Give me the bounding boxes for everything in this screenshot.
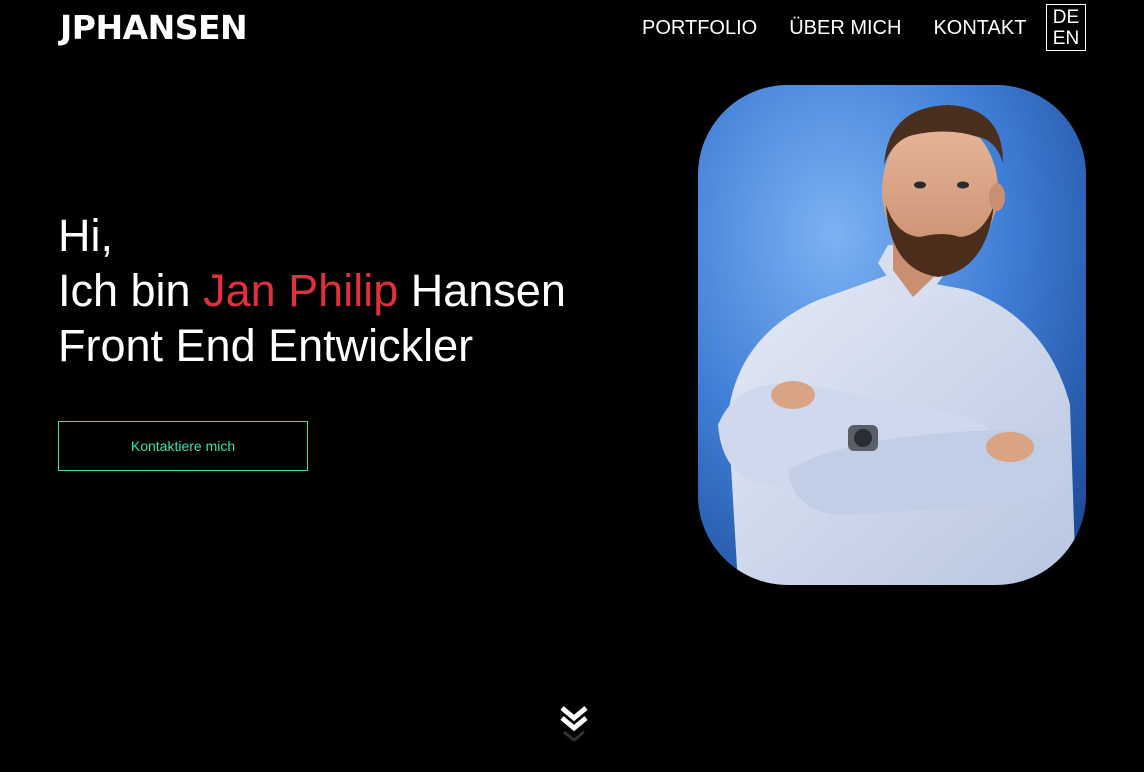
page: JPHANSEN PORTFOLIO ÜBER MICH KONTAKT DE … — [0, 0, 1144, 772]
lang-de[interactable]: DE — [1053, 7, 1079, 28]
hero-role: Front End Entwickler — [58, 320, 474, 371]
hero-heading: Hi, Ich bin Jan Philip Hansen Front End … — [58, 208, 566, 373]
hero-first-names: Jan Philip — [203, 265, 399, 316]
double-chevron-down-icon[interactable] — [559, 704, 589, 744]
hero-greeting: Hi, — [58, 210, 113, 261]
lang-en[interactable]: EN — [1053, 28, 1079, 49]
contact-me-button[interactable]: Kontaktiere mich — [58, 421, 308, 471]
language-switcher: DE EN — [1046, 4, 1086, 51]
site-logo[interactable]: JPHANSEN — [60, 8, 248, 48]
main-nav: PORTFOLIO ÜBER MICH KONTAKT — [642, 16, 1026, 40]
nav-ueber-mich[interactable]: ÜBER MICH — [789, 16, 901, 40]
hero-last-name: Hansen — [410, 265, 566, 316]
nav-kontakt[interactable]: KONTAKT — [933, 16, 1026, 40]
portrait-illustration — [698, 85, 1086, 585]
hero-intro-prefix: Ich bin — [58, 265, 191, 316]
nav-portfolio[interactable]: PORTFOLIO — [642, 16, 757, 40]
portrait-photo — [698, 85, 1086, 585]
hero-intro: Ich bin Jan Philip Hansen — [58, 263, 566, 318]
